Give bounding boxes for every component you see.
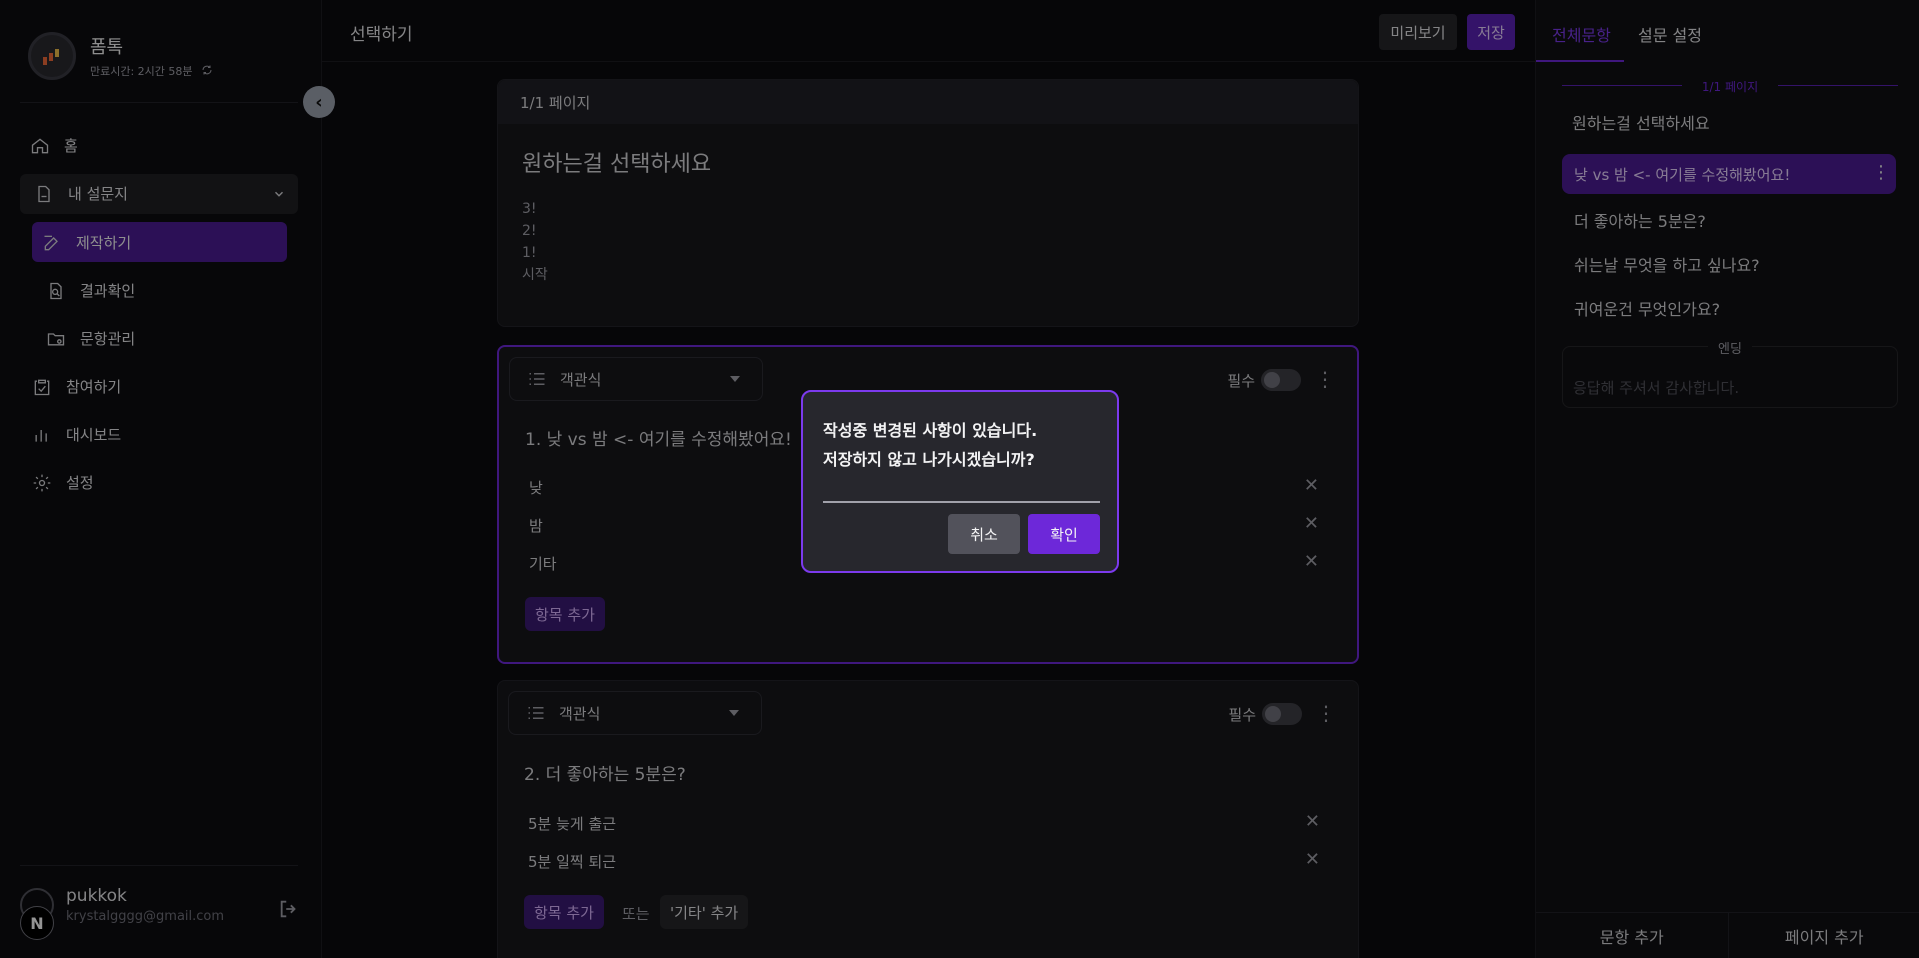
dialog-message-line: 작성중 변경된 사항이 있습니다. [823,421,1038,440]
dialog-message-line: 저장하지 않고 나가시겠습니까? [823,450,1035,469]
confirm-dialog: 작성중 변경된 사항이 있습니다. 저장하지 않고 나가시겠습니까? 취소 확인 [801,390,1119,573]
dialog-message: 작성중 변경된 사항이 있습니다. 저장하지 않고 나가시겠습니까? [823,416,1037,474]
cancel-button[interactable]: 취소 [948,514,1020,554]
dialog-divider [823,501,1100,503]
confirm-button[interactable]: 확인 [1028,514,1100,554]
